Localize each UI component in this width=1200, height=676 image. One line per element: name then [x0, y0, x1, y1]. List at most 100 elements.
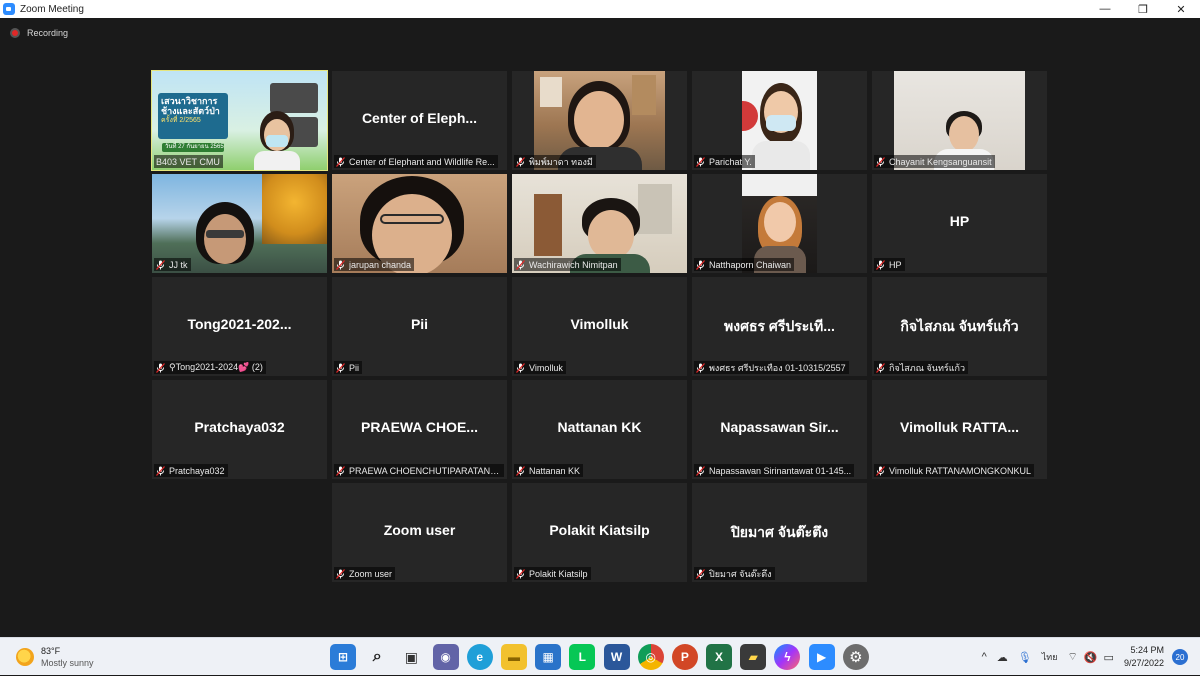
- participant-name: Pii: [349, 362, 360, 373]
- search-icon[interactable]: ⌕: [364, 644, 390, 670]
- participant-tile[interactable]: พิมพ์มาดา ทองมี: [512, 71, 687, 170]
- participant-tile[interactable]: Pii Pii: [332, 277, 507, 376]
- participant-name: กิจไสภณ จันทร์แก้ว: [889, 362, 966, 373]
- participant-name-bar: ปิยมาศ จันต๊ะตึง: [694, 567, 775, 580]
- participant-tile[interactable]: Vimolluk Vimolluk: [512, 277, 687, 376]
- participant-tile[interactable]: Zoom user Zoom user: [332, 483, 507, 582]
- participant-name-bar: Polakit Kiatsilp: [514, 567, 591, 580]
- edge-icon[interactable]: e: [466, 644, 493, 670]
- show-hidden-icons-chevron-up-icon[interactable]: ^: [982, 651, 987, 663]
- muted-mic-icon: [336, 259, 345, 270]
- participant-name-bar: Center of Elephant and Wildlife Re...: [334, 155, 498, 168]
- participant-tile[interactable]: Parichat Y.: [692, 71, 867, 170]
- participant-tile[interactable]: เสวนาวิชาการ ช้างและสัตว์ป่า ครั้งที่ 2/…: [151, 70, 328, 171]
- powerpoint-icon[interactable]: P: [671, 644, 698, 670]
- task-view-glyph: ▣: [404, 648, 418, 665]
- muted-mic-icon: [876, 465, 885, 476]
- onedrive-cloud-icon[interactable]: ☁: [997, 651, 1008, 664]
- participant-tile[interactable]: JJ tk: [152, 174, 327, 273]
- participant-display-name: Vimolluk RATTA...: [899, 419, 1019, 435]
- close-button[interactable]: ✕: [1162, 0, 1200, 18]
- participant-tile[interactable]: Wachirawich Nimitpan: [512, 174, 687, 273]
- participant-tile[interactable]: Pratchaya032 Pratchaya032: [152, 380, 327, 479]
- participant-display-name: Pii: [410, 316, 429, 332]
- participant-tile[interactable]: Napassawan Sir... Napassawan Sirinantawa…: [692, 380, 867, 479]
- battery-icon[interactable]: ▭: [1104, 651, 1114, 664]
- muted-mic-icon: [336, 568, 345, 579]
- participant-name-bar: Pratchaya032: [154, 464, 228, 477]
- restore-button[interactable]: ❐: [1124, 0, 1162, 18]
- chrome-icon[interactable]: ◎: [637, 644, 664, 670]
- participant-name-bar: Zoom user: [334, 567, 396, 580]
- word-glyph: W: [610, 650, 623, 664]
- participant-name: ⚲Tong2021-2024💕 (2): [169, 362, 263, 372]
- participant-tile[interactable]: Nattanan KK Nattanan KK: [512, 380, 687, 479]
- file-explorer-icon[interactable]: ▬: [500, 644, 527, 670]
- excel-icon[interactable]: X: [706, 644, 733, 670]
- muted-mic-icon: [516, 568, 525, 579]
- participant-tile[interactable]: PRAEWA CHOE... PRAEWA CHOENCHUTIPARATANA…: [332, 380, 507, 479]
- settings-glyph: ⚙: [849, 649, 863, 666]
- settings-icon[interactable]: ⚙: [842, 644, 869, 670]
- participant-name: jarupan chanda: [349, 259, 412, 270]
- participant-name: Zoom user: [349, 568, 393, 579]
- minimize-button[interactable]: —: [1086, 0, 1124, 18]
- clock[interactable]: 5:24 PM 9/27/2022: [1124, 644, 1164, 670]
- window-title: Zoom Meeting: [20, 3, 84, 15]
- task-view-icon[interactable]: ▣: [398, 644, 424, 670]
- zoom-icon[interactable]: ▶: [808, 644, 835, 670]
- excel-glyph: X: [715, 650, 724, 664]
- notification-badge[interactable]: 20: [1172, 649, 1188, 665]
- word-icon[interactable]: W: [603, 644, 630, 670]
- edge-glyph: e: [476, 650, 484, 664]
- participant-display-name: กิจไสภณ จันทร์แก้ว: [900, 318, 1019, 334]
- sticky-notes-glyph: ▰: [748, 650, 758, 664]
- participant-name: พิมพ์มาดา ทองมี: [529, 156, 593, 167]
- weather-widget[interactable]: 83°F Mostly sunny: [16, 645, 94, 669]
- participant-tile[interactable]: กิจไสภณ จันทร์แก้ว กิจไสภณ จันทร์แก้ว: [872, 277, 1047, 376]
- participant-tile[interactable]: HP HP: [872, 174, 1047, 273]
- weather-temperature: 83°F: [41, 646, 61, 656]
- participant-name-bar: Pii: [334, 361, 363, 374]
- microphone-icon[interactable]: 🎙: [1018, 651, 1032, 664]
- participant-tile[interactable]: Tong2021-202... ⚲Tong2021-2024💕 (2): [152, 277, 327, 376]
- teams-chat-glyph: ◉: [440, 650, 451, 664]
- participant-tile[interactable]: ปิยมาศ จันต๊ะตึง ปิยมาศ จันต๊ะตึง: [692, 483, 867, 582]
- participant-name-bar: B403 VET CMU: [154, 155, 223, 168]
- muted-mic-icon: [156, 259, 165, 270]
- muted-mic-icon: [696, 362, 705, 373]
- muted-mic-icon: [336, 362, 345, 373]
- participant-grid: เสวนาวิชาการ ช้างและสัตว์ป่า ครั้งที่ 2/…: [151, 70, 1048, 583]
- participant-tile[interactable]: Natthaporn Chaiwan: [692, 174, 867, 273]
- participant-display-name: PRAEWA CHOE...: [361, 419, 478, 435]
- line-icon[interactable]: L: [569, 644, 596, 670]
- store-icon[interactable]: ▦: [535, 644, 562, 670]
- volume-muted-icon[interactable]: 🔇: [1084, 651, 1098, 664]
- line-glyph: L: [578, 650, 586, 664]
- teams-chat-icon[interactable]: ◉: [432, 644, 459, 670]
- wifi-icon[interactable]: ⌔: [1068, 650, 1078, 664]
- start-icon[interactable]: ⊞: [330, 644, 356, 670]
- participant-tile[interactable]: Center of Eleph... Center of Elephant an…: [332, 71, 507, 170]
- participant-tile[interactable]: พงศธร ศรีประเที... พงศธร ศรีประเทือง 01-…: [692, 277, 867, 376]
- participant-tile[interactable]: Chayanit Kengsanguansit: [872, 71, 1047, 170]
- participant-name: Vimolluk RATTANAMONGKONKUL: [889, 465, 1032, 476]
- participant-name: Polakit Kiatsilp: [529, 568, 588, 579]
- sticky-notes-icon[interactable]: ▰: [740, 644, 767, 670]
- participant-name: Napassawan Sirinantawat 01-145...: [709, 465, 852, 476]
- participant-name-bar: Vimolluk RATTANAMONGKONKUL: [874, 464, 1035, 477]
- participant-tile[interactable]: Vimolluk RATTA... Vimolluk RATTANAMONGKO…: [872, 380, 1047, 479]
- muted-mic-icon: [336, 465, 345, 476]
- participant-tile[interactable]: Polakit Kiatsilp Polakit Kiatsilp: [512, 483, 687, 582]
- muted-mic-icon: [156, 362, 165, 373]
- start-glyph: ⊞: [337, 650, 349, 664]
- messenger-icon[interactable]: ϟ: [774, 644, 801, 670]
- clock-time: 5:24 PM: [1130, 645, 1164, 655]
- participant-name-bar: JJ tk: [154, 258, 191, 271]
- slide-subtitle: ครั้งที่ 2/2565: [161, 117, 201, 124]
- input-language[interactable]: ไทย: [1042, 650, 1058, 664]
- participant-name-bar: Natthaporn Chaiwan: [694, 258, 795, 271]
- recording-indicator[interactable]: Recording: [10, 28, 68, 38]
- participant-tile[interactable]: jarupan chanda: [332, 174, 507, 273]
- slide-date: วันที่ 27 กันยายน 2565: [162, 143, 224, 152]
